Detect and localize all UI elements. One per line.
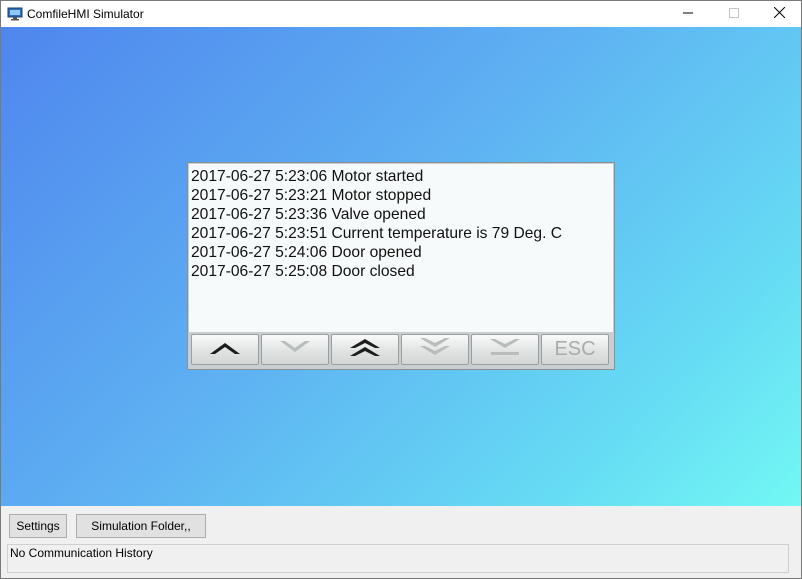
scroll-to-bottom-button[interactable] [471, 334, 539, 365]
minimize-icon [683, 5, 693, 23]
log-entry: 2017-06-27 5:24:06 Door opened [191, 244, 422, 261]
minimize-button[interactable] [665, 1, 711, 27]
settings-button[interactable]: Settings [9, 514, 67, 538]
scroll-down-button[interactable] [261, 334, 329, 365]
double-chevron-up-icon [348, 336, 382, 363]
scroll-up-button[interactable] [191, 334, 259, 365]
communication-status: No Communication History [7, 544, 789, 573]
log-entry: 2017-06-27 5:23:51 Current temperature i… [191, 225, 562, 242]
log-entry: 2017-06-27 5:23:36 Valve opened [191, 206, 426, 223]
log-navigation-bar: ESC [189, 334, 615, 367]
window-title: ComfileHMI Simulator [27, 7, 144, 21]
simulator-footer: Settings Simulation Folder,, No Communic… [1, 506, 801, 578]
log-entry: 2017-06-27 5:23:21 Motor stopped [191, 187, 432, 204]
title-bar[interactable]: ComfileHMI Simulator [1, 1, 801, 27]
app-window: ComfileHMI Simulator 2017-06-27 5:23:06 … [0, 0, 802, 579]
page-down-button[interactable] [401, 334, 469, 365]
close-button[interactable] [756, 1, 801, 27]
monitor-icon [7, 6, 23, 22]
escape-button[interactable]: ESC [541, 334, 609, 365]
chevron-up-icon [208, 337, 242, 362]
double-chevron-down-icon [418, 336, 452, 363]
maximize-icon [729, 5, 739, 23]
event-log-panel: 2017-06-27 5:23:06 Motor started 2017-06… [187, 162, 615, 370]
event-log-list[interactable]: 2017-06-27 5:23:06 Motor started 2017-06… [189, 164, 613, 332]
page-up-button[interactable] [331, 334, 399, 365]
scroll-to-bottom-icon [488, 336, 522, 363]
log-entry: 2017-06-27 5:23:06 Motor started [191, 168, 424, 185]
maximize-button[interactable] [711, 1, 757, 27]
chevron-down-icon [278, 337, 312, 362]
hmi-screen: 2017-06-27 5:23:06 Motor started 2017-06… [1, 27, 801, 506]
simulation-folder-button[interactable]: Simulation Folder,, [76, 514, 206, 538]
log-entry: 2017-06-27 5:25:08 Door closed [191, 263, 415, 280]
close-icon [773, 5, 785, 23]
